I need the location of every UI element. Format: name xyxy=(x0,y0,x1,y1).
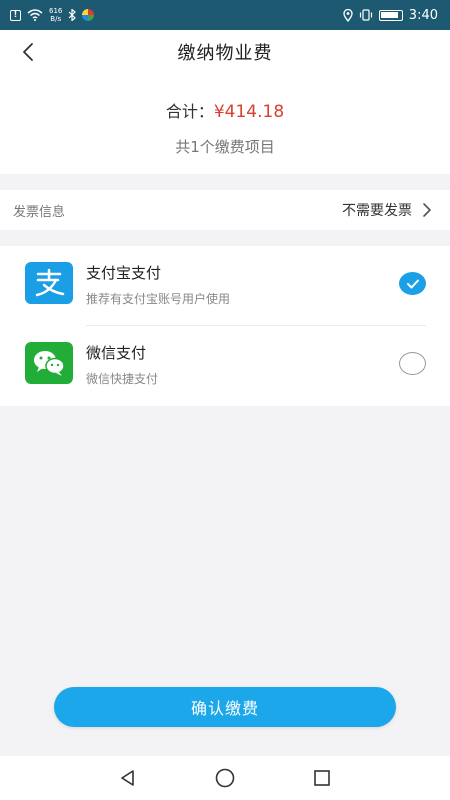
status-right: 3:40 xyxy=(343,8,438,23)
radio-checked[interactable] xyxy=(399,272,426,295)
total-line: 合计：¥414.18 xyxy=(0,98,450,122)
payment-name: 微信支付 xyxy=(86,344,147,362)
nav-bar: 缴纳物业费 xyxy=(0,30,450,74)
bluetooth-icon xyxy=(68,9,77,21)
home-circle-icon[interactable] xyxy=(205,758,245,798)
status-left: ! 616 B/s xyxy=(10,7,95,23)
page-title: 缴纳物业费 xyxy=(177,43,273,64)
alert-icon: ! xyxy=(10,9,21,21)
confirm-payment-button[interactable]: 确认缴费 xyxy=(54,687,396,727)
back-button[interactable] xyxy=(14,38,42,66)
total-label: 合计： xyxy=(165,102,214,121)
net-speed-value: 616 xyxy=(49,7,63,15)
radio-unchecked[interactable] xyxy=(399,352,426,375)
payment-option-alipay[interactable]: 支付宝支付 推荐有支付宝账号用户使用 xyxy=(0,246,450,326)
payment-description: 微信快捷支付 xyxy=(86,372,159,386)
location-icon xyxy=(343,8,353,22)
wifi-icon xyxy=(27,9,43,21)
invoice-label: 发票信息 xyxy=(13,204,66,220)
payment-methods: 支付宝支付 推荐有支付宝账号用户使用 微信支付 微信快捷支付 xyxy=(0,246,450,406)
status-bar: ! 616 B/s 3:40 xyxy=(0,0,450,30)
system-nav-bar xyxy=(0,756,450,800)
chevron-left-icon xyxy=(23,43,33,61)
net-speed-unit: B/s xyxy=(50,15,62,23)
payment-name: 支付宝支付 xyxy=(86,264,162,282)
chevron-right-icon xyxy=(423,203,431,217)
payment-option-wechat[interactable]: 微信支付 微信快捷支付 xyxy=(0,326,450,406)
recents-square-icon[interactable] xyxy=(302,758,342,798)
wechat-icon xyxy=(25,342,73,384)
invoice-right: 不需要发票 xyxy=(342,200,432,220)
total-amount: ¥414.18 xyxy=(213,102,285,122)
vibrate-icon xyxy=(359,9,373,21)
battery-icon xyxy=(378,9,403,21)
alipay-icon xyxy=(25,262,73,304)
invoice-value: 不需要发票 xyxy=(342,203,412,219)
payment-summary: 合计：¥414.18 共1个缴费项目 xyxy=(0,74,450,174)
payment-description: 推荐有支付宝账号用户使用 xyxy=(86,292,231,306)
app-icon xyxy=(82,9,95,21)
back-triangle-icon[interactable] xyxy=(108,758,148,798)
checkmark-icon xyxy=(406,279,419,288)
item-count: 共1个缴费项目 xyxy=(175,138,275,156)
status-time: 3:40 xyxy=(408,7,438,23)
net-speed: 616 B/s xyxy=(49,7,62,23)
invoice-row[interactable]: 发票信息 不需要发票 xyxy=(0,190,450,230)
